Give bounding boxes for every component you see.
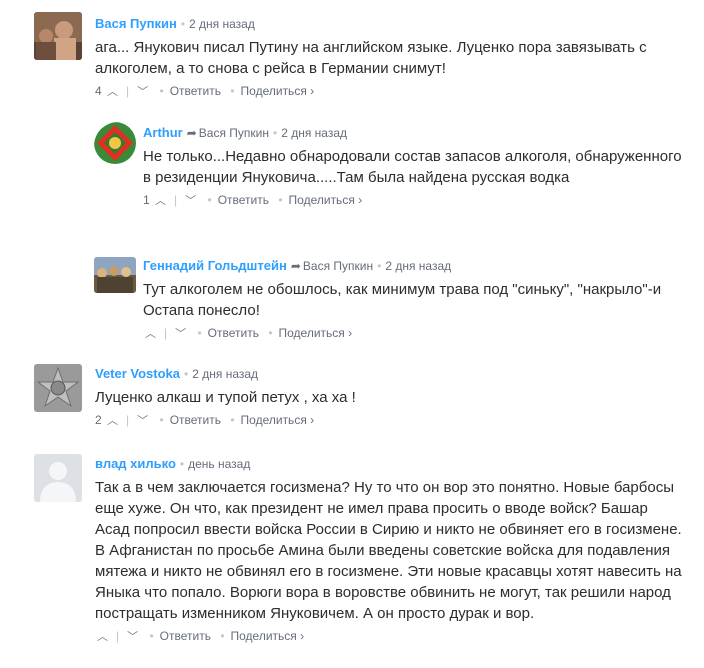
share-button[interactable]: Поделиться › xyxy=(241,413,315,427)
vote-count: 2 xyxy=(95,413,102,427)
comment-footer: 2 ︿ | ﹀ • Ответить • Поделиться › xyxy=(95,411,684,429)
vote-count: 1 xyxy=(143,193,150,207)
avatar[interactable] xyxy=(94,257,136,293)
comment-text: ага... Янукович писал Путину на английск… xyxy=(95,39,647,77)
separator: • xyxy=(149,629,154,643)
comment-text: Луценко алкаш и тупой петух , ха ха ! xyxy=(95,389,356,406)
separator: • xyxy=(159,413,164,427)
comment-footer: 1 ︿ | ﹀ • Ответить • Поделиться › xyxy=(143,191,684,209)
divider: | xyxy=(116,629,120,643)
vote-count: 4 xyxy=(95,84,102,98)
share-button[interactable]: Поделиться › xyxy=(241,84,315,98)
reply-arrow-icon: ➦ xyxy=(290,259,301,273)
separator: • xyxy=(184,367,189,381)
avatar[interactable] xyxy=(34,364,82,412)
chevron-down-icon[interactable]: ﹀ xyxy=(185,195,196,207)
avatar-photo-icon xyxy=(94,257,136,293)
share-button[interactable]: Поделиться › xyxy=(279,326,353,340)
reply-arrow-icon: ➦ xyxy=(186,126,197,140)
comment-time[interactable]: день назад xyxy=(188,457,250,471)
divider: | xyxy=(126,84,130,98)
reply-button[interactable]: Ответить xyxy=(160,629,211,643)
chevron-down-icon[interactable]: ﹀ xyxy=(175,328,186,340)
separator: • xyxy=(268,326,273,340)
separator: • xyxy=(278,193,283,207)
comment-text: Так а в чем заключается госизмена? Ну то… xyxy=(95,479,682,622)
chevron-up-icon[interactable]: ︿ xyxy=(107,415,118,427)
comment-author[interactable]: влад хилько xyxy=(95,456,176,471)
chevron-down-icon[interactable]: ﹀ xyxy=(137,415,148,427)
comment-time[interactable]: 2 дня назад xyxy=(281,126,347,140)
separator: • xyxy=(273,126,278,140)
divider: | xyxy=(164,326,168,340)
divider: | xyxy=(174,193,178,207)
separator: • xyxy=(159,84,164,98)
chevron-down-icon[interactable]: ﹀ xyxy=(127,631,138,643)
separator: • xyxy=(230,413,235,427)
medal-avatar-icon xyxy=(34,364,82,412)
separator: • xyxy=(180,17,186,31)
chevron-up-icon[interactable]: ︿ xyxy=(145,328,156,340)
share-button[interactable]: Поделиться › xyxy=(231,629,305,643)
comment-time[interactable]: 2 дня назад xyxy=(189,17,255,31)
avatar[interactable] xyxy=(34,454,82,502)
reply-to-author[interactable]: Вася Пупкин xyxy=(199,126,269,140)
reply-button[interactable]: Ответить xyxy=(218,193,269,207)
reply-to-author[interactable]: Вася Пупкин xyxy=(303,259,373,273)
separator: • xyxy=(377,259,382,273)
comment-author[interactable]: Вася Пупкин xyxy=(95,16,177,31)
chevron-down-icon[interactable]: ﹀ xyxy=(137,86,148,98)
separator: • xyxy=(230,84,235,98)
avatar[interactable] xyxy=(94,122,142,170)
chevron-up-icon[interactable]: ︿ xyxy=(155,195,166,207)
separator: • xyxy=(207,193,212,207)
emblem-avatar-icon xyxy=(94,122,136,164)
chevron-up-icon[interactable]: ︿ xyxy=(107,86,118,98)
comment-author[interactable]: Veter Vostoka xyxy=(95,366,180,381)
avatar[interactable] xyxy=(34,12,82,60)
comment-footer: 4 ︿ | ﹀ • Ответить • Поделиться › xyxy=(95,82,684,100)
separator: • xyxy=(179,457,185,471)
reply-button[interactable]: Ответить xyxy=(208,326,259,340)
reply-button[interactable]: Ответить xyxy=(170,84,221,98)
avatar-photo-icon xyxy=(34,12,82,60)
divider: | xyxy=(126,413,130,427)
separator: • xyxy=(197,326,202,340)
comment-text: Не только...Недавно обнародовали состав … xyxy=(143,148,682,186)
comment-author[interactable]: Arthur xyxy=(143,125,183,140)
comment-author[interactable]: Геннадий Гольдштейн xyxy=(143,258,287,273)
comment-text: Тут алкоголем не обошлось, как минимум т… xyxy=(143,281,662,319)
share-button[interactable]: Поделиться › xyxy=(289,193,363,207)
comment-footer: ︿ | ﹀ • Ответить • Поделиться › xyxy=(143,324,684,342)
comment-footer: ︿ | ﹀ • Ответить • Поделиться › xyxy=(95,627,684,645)
reply-button[interactable]: Ответить xyxy=(170,413,221,427)
comment-time[interactable]: 2 дня назад xyxy=(192,367,258,381)
separator: • xyxy=(220,629,225,643)
chevron-up-icon[interactable]: ︿ xyxy=(97,631,108,643)
default-user-icon xyxy=(34,454,82,502)
comment-time[interactable]: 2 дня назад xyxy=(385,259,451,273)
